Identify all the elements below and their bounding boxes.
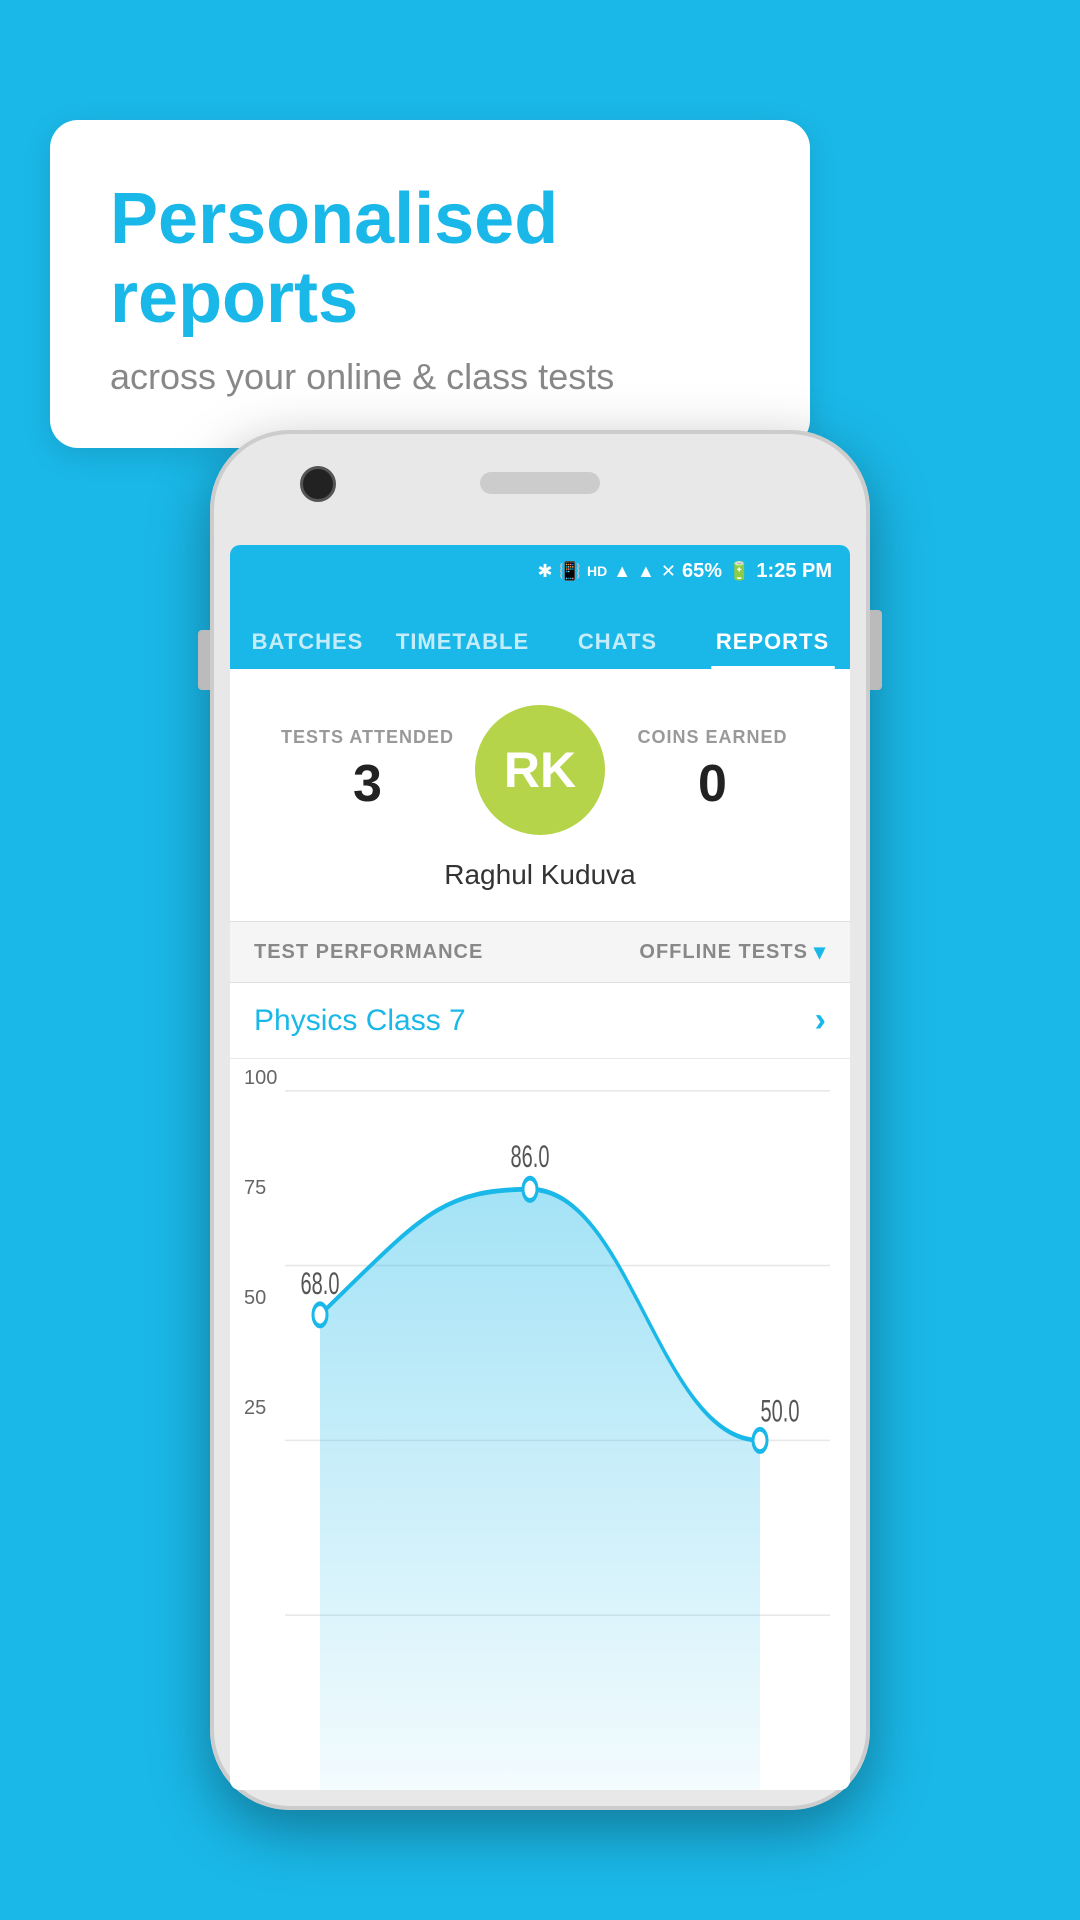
svg-text:50.0: 50.0 xyxy=(761,1393,800,1429)
x-icon: ✕ xyxy=(661,561,676,582)
profile-section: TESTS ATTENDED 3 RK COINS EARNED 0 Raghu… xyxy=(230,669,850,921)
tab-batches[interactable]: BATCHES xyxy=(230,629,385,669)
wifi-icon: ▲ xyxy=(613,561,631,582)
tab-timetable[interactable]: TIMETABLE xyxy=(385,629,540,669)
tab-chats[interactable]: CHATS xyxy=(540,629,695,669)
class-name: Physics Class 7 xyxy=(254,1004,466,1038)
tests-attended-block: TESTS ATTENDED 3 xyxy=(260,727,475,814)
performance-chart: 68.0 86.0 50.0 xyxy=(230,1059,850,1790)
nav-tabs-bar: BATCHES TIMETABLE CHATS REPORTS xyxy=(230,597,850,669)
phone-screen: ✱ 📳 HD ▲ ▲ ✕ 65% 🔋 1:25 PM BATCHES TIMET… xyxy=(230,545,850,1790)
hd-icon: HD xyxy=(587,563,607,579)
vibrate-icon: 📳 xyxy=(559,561,581,582)
svg-text:68.0: 68.0 xyxy=(301,1265,340,1301)
time-display: 1:25 PM xyxy=(756,560,832,583)
chevron-right-icon: › xyxy=(815,1001,826,1040)
tooltip-title: Personalised reports xyxy=(110,180,750,338)
phone-camera xyxy=(300,466,336,502)
signal-icon: ▲ xyxy=(637,561,655,582)
avatar: RK xyxy=(475,705,605,835)
phone-speaker xyxy=(480,472,600,494)
bluetooth-icon: ✱ xyxy=(537,561,552,582)
offline-tests-button[interactable]: OFFLINE TESTS ▾ xyxy=(639,939,826,965)
chart-area: 100 75 50 25 xyxy=(230,1059,850,1790)
side-button-left xyxy=(198,630,210,690)
tests-attended-value: 3 xyxy=(260,754,475,814)
status-bar: ✱ 📳 HD ▲ ▲ ✕ 65% 🔋 1:25 PM xyxy=(230,545,850,597)
tooltip-card: Personalised reports across your online … xyxy=(50,120,810,448)
avatar-initials: RK xyxy=(504,741,576,799)
battery-icon: 🔋 xyxy=(728,561,750,582)
tab-reports[interactable]: REPORTS xyxy=(695,629,850,669)
test-performance-label: TEST PERFORMANCE xyxy=(254,941,483,964)
tooltip-subtitle: across your online & class tests xyxy=(110,356,750,398)
class-row[interactable]: Physics Class 7 › xyxy=(230,983,850,1059)
svg-text:86.0: 86.0 xyxy=(511,1138,550,1174)
chevron-down-icon: ▾ xyxy=(814,939,826,965)
status-icons: ✱ 📳 HD ▲ ▲ ✕ 65% 🔋 1:25 PM xyxy=(537,560,832,583)
coins-earned-block: COINS EARNED 0 xyxy=(605,727,820,814)
profile-name: Raghul Kuduva xyxy=(444,859,635,891)
profile-stats-row: TESTS ATTENDED 3 RK COINS EARNED 0 xyxy=(260,705,820,835)
tests-attended-label: TESTS ATTENDED xyxy=(260,727,475,748)
phone-frame: ✱ 📳 HD ▲ ▲ ✕ 65% 🔋 1:25 PM BATCHES TIMET… xyxy=(210,430,870,1810)
offline-tests-label: OFFLINE TESTS xyxy=(639,941,808,964)
coins-earned-value: 0 xyxy=(605,754,820,814)
test-performance-row: TEST PERFORMANCE OFFLINE TESTS ▾ xyxy=(230,922,850,982)
coins-earned-label: COINS EARNED xyxy=(605,727,820,748)
battery-percent: 65% xyxy=(682,560,722,583)
side-button-right xyxy=(870,610,882,690)
